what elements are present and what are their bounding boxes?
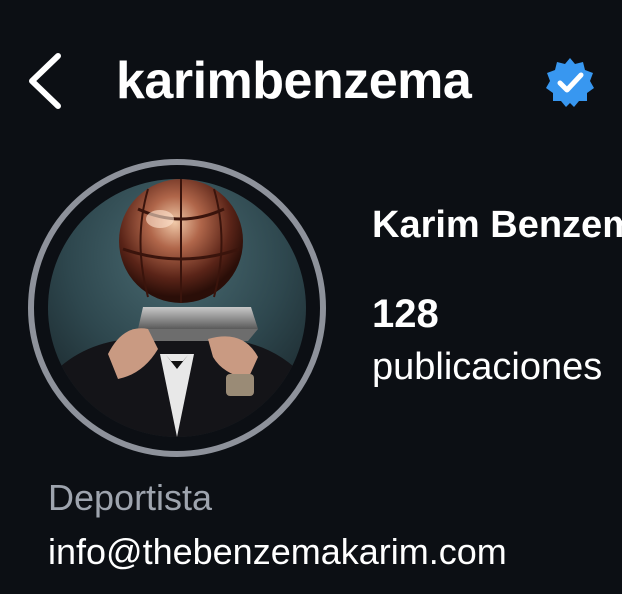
profile-username: karimbenzema	[116, 52, 472, 110]
posts-count[interactable]: 128	[372, 290, 439, 338]
back-button[interactable]	[22, 50, 68, 112]
chevron-left-icon	[29, 53, 61, 109]
avatar[interactable]	[48, 179, 306, 437]
verified-badge-icon	[544, 56, 596, 108]
profile-category: Deportista	[48, 477, 213, 518]
posts-label[interactable]: publicaciones	[372, 344, 602, 390]
profile-full-name: Karim Benzema	[372, 204, 622, 246]
profile-screen: karimbenzema Karim Benzem 128 publicacio…	[0, 0, 622, 594]
email-link[interactable]: info@thebenzemakarim.com	[48, 530, 507, 574]
